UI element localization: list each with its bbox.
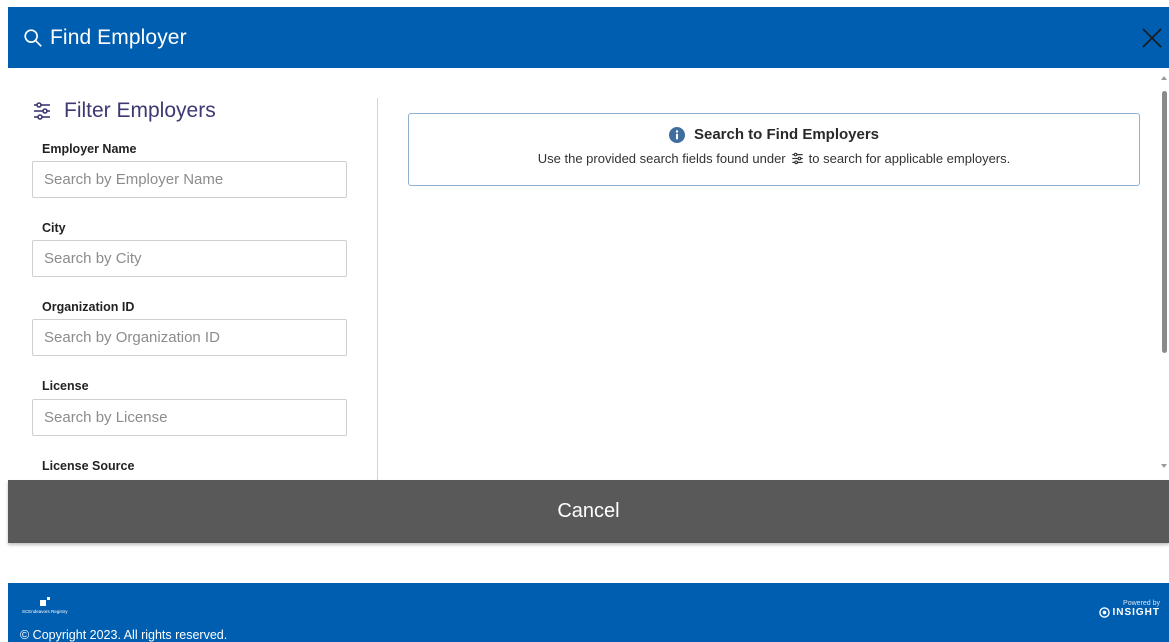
pane-divider (377, 98, 378, 480)
sliders-icon (791, 152, 803, 165)
scrollbar[interactable] (1159, 68, 1169, 480)
registry-logo-text: SCEndeavors Registry (22, 609, 68, 614)
powered-by-insight: Powered by INSIGHT (1099, 600, 1160, 618)
insight-logo-icon (1099, 607, 1111, 618)
copyright: © Copyright 2023. All rights reserved. (20, 628, 228, 642)
info-title: Search to Find Employers (409, 126, 1139, 143)
filter-heading-label: Filter Employers (64, 99, 216, 122)
registry-logo: SCEndeavors Registry (22, 597, 72, 617)
filter-panel: Filter Employers Employer Name City Orga… (8, 68, 378, 480)
organization-id-label: Organization ID (42, 300, 135, 314)
footer: SCEndeavors Registry © Copyright 2023. A… (8, 583, 1169, 642)
modal-header: Find Employer (8, 7, 1169, 68)
modal-body: Filter Employers Employer Name City Orga… (8, 68, 1169, 480)
modal-title: Find Employer (50, 25, 187, 49)
filter-heading: Filter Employers (32, 99, 216, 123)
license-label: License (42, 379, 89, 393)
info-title-text: Search to Find Employers (693, 126, 880, 143)
sliders-icon (34, 102, 50, 120)
info-text-before: Use the provided search fields found und… (537, 151, 786, 166)
scroll-down-arrow-icon[interactable] (1161, 464, 1167, 468)
insight-brand-text: INSIGHT (1112, 607, 1160, 618)
employer-name-input[interactable] (32, 161, 347, 198)
license-source-label: License Source (42, 459, 135, 473)
organization-id-input[interactable] (32, 319, 347, 356)
powered-by-label: Powered by (1123, 600, 1160, 607)
insight-brand: INSIGHT (1099, 607, 1160, 618)
search-icon (24, 28, 42, 47)
info-icon (668, 126, 685, 143)
license-input[interactable] (32, 399, 347, 436)
scroll-thumb[interactable] (1162, 91, 1167, 353)
info-text-after: to search for applicable employers. (808, 151, 1011, 166)
info-box: Search to Find Employers Use the provide… (408, 113, 1140, 186)
registry-logo-icon (40, 597, 50, 606)
close-icon[interactable] (1137, 23, 1167, 53)
cancel-button[interactable]: Cancel (8, 480, 1169, 543)
employer-name-label: Employer Name (42, 142, 137, 156)
city-input[interactable] (32, 240, 347, 277)
cancel-label: Cancel (557, 500, 620, 522)
scroll-up-arrow-icon[interactable] (1161, 76, 1167, 80)
info-text: Use the provided search fields found und… (409, 151, 1139, 166)
city-label: City (42, 221, 66, 235)
